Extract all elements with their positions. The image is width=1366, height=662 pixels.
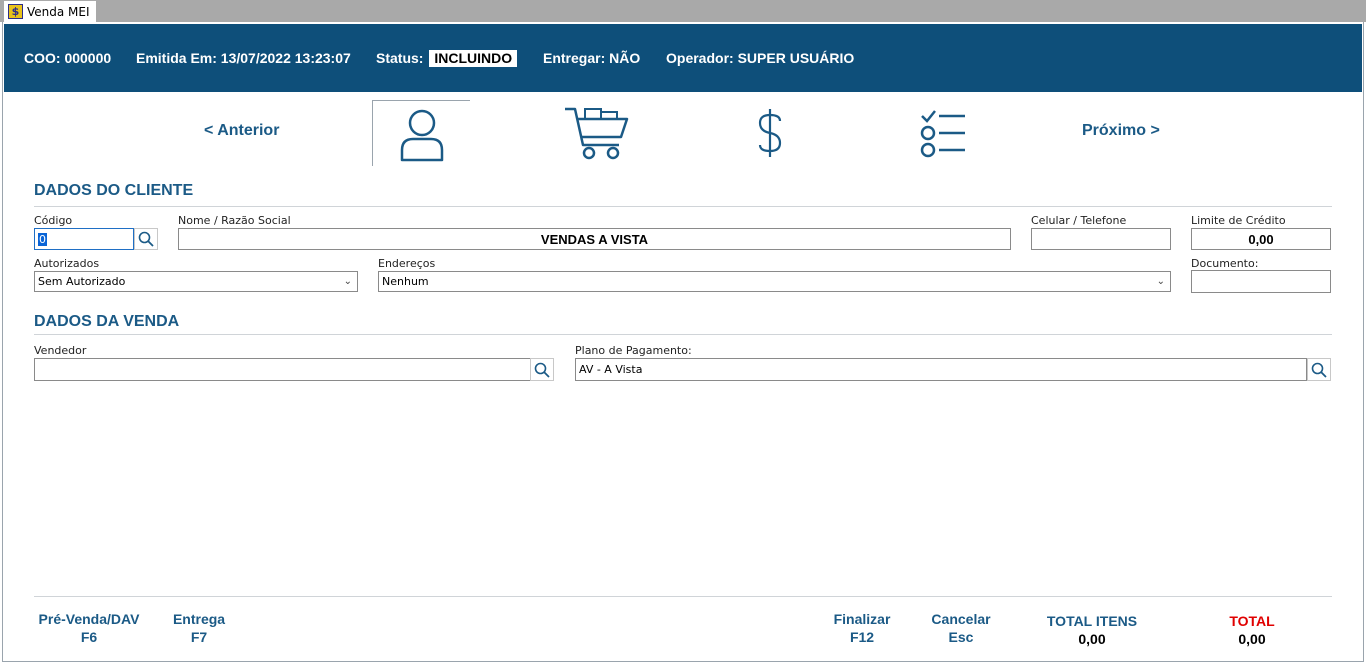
search-icon — [138, 231, 154, 247]
celular-field[interactable] — [1031, 228, 1171, 250]
coo-value: 000000 — [64, 50, 112, 66]
cancelar-label: Cancelar — [931, 611, 991, 627]
section-divider — [34, 206, 1332, 207]
entregar-value: NÃO — [609, 50, 641, 66]
window-frame — [2, 22, 1364, 662]
plano-field[interactable]: AV - A Vista — [575, 358, 1307, 381]
chevron-down-icon: ⌄ — [343, 276, 352, 287]
vendedor-field[interactable] — [34, 358, 531, 381]
step-pagamento[interactable] — [740, 100, 800, 166]
total-value: 0,00 — [1238, 631, 1266, 647]
total-itens: TOTAL ITENS 0,00 — [1036, 612, 1148, 648]
celular-label: Celular / Telefone — [1031, 214, 1127, 227]
codigo-search-button[interactable] — [134, 228, 158, 250]
total-itens-value: 0,00 — [1078, 631, 1106, 647]
enderecos-value: Nenhum — [382, 275, 429, 288]
next-button[interactable]: Próximo > — [1082, 122, 1160, 140]
prevenda-key: F6 — [80, 629, 98, 645]
total-label: TOTAL — [1229, 613, 1275, 629]
limite-label: Limite de Crédito — [1191, 214, 1286, 227]
total: TOTAL 0,00 — [1212, 612, 1292, 648]
entregar-info: Entregar: NÃO — [543, 50, 640, 66]
status-badge: INCLUINDO — [429, 50, 518, 67]
window-tab-title: Venda MEI — [27, 4, 90, 19]
documento-label: Documento: — [1191, 257, 1259, 270]
coo-info: COO: 000000 — [24, 50, 111, 66]
coo-label: COO: — [24, 50, 61, 66]
entregar-label: Entregar: — [543, 50, 606, 66]
shopping-cart-icon — [565, 107, 629, 160]
autorizados-value: Sem Autorizado — [38, 275, 126, 288]
prevenda-label: Pré-Venda/DAV — [38, 611, 140, 627]
section-title-cliente: DADOS DO CLIENTE — [34, 182, 194, 199]
finalizar-button[interactable]: Finalizar F12 — [828, 610, 896, 646]
emitida-info: Emitida Em: 13/07/2022 13:23:07 — [136, 50, 351, 66]
nome-field[interactable]: VENDAS A VISTA — [178, 228, 1011, 250]
total-itens-label: TOTAL ITENS — [1046, 613, 1138, 629]
search-icon — [1311, 362, 1327, 378]
finalizar-label: Finalizar — [833, 611, 891, 627]
enderecos-select[interactable]: Nenhum ⌄ — [378, 271, 1171, 292]
operador-label: Operador: — [666, 50, 734, 66]
window-tab[interactable]: $ Venda MEI — [4, 1, 96, 22]
vendedor-label: Vendedor — [34, 344, 87, 357]
section-title-venda: DADOS DA VENDA — [34, 313, 180, 330]
cancelar-key: Esc — [948, 629, 974, 645]
checklist-icon — [920, 110, 965, 158]
plano-search-button[interactable] — [1307, 358, 1331, 381]
codigo-input[interactable]: 0 — [34, 228, 134, 250]
entrega-key: F7 — [190, 629, 208, 645]
vendedor-search-button[interactable] — [530, 358, 554, 381]
search-icon — [534, 362, 550, 378]
section-divider — [34, 334, 1332, 335]
entrega-label: Entrega — [172, 611, 226, 627]
previous-button[interactable]: < Anterior — [204, 122, 279, 140]
step-produtos[interactable] — [558, 100, 634, 166]
entrega-button[interactable]: Entrega F7 — [168, 610, 230, 646]
step-resumo[interactable] — [912, 100, 976, 166]
codigo-value: 0 — [38, 232, 47, 246]
user-icon — [400, 109, 443, 161]
prevenda-button[interactable]: Pré-Venda/DAV F6 — [36, 610, 142, 646]
cancelar-button[interactable]: Cancelar Esc — [926, 610, 996, 646]
emitida-value: 13/07/2022 13:23:07 — [220, 50, 351, 66]
operador-info: Operador: SUPER USUÁRIO — [666, 50, 854, 66]
documento-field[interactable] — [1191, 270, 1331, 293]
limite-field[interactable]: 0,00 — [1191, 228, 1331, 250]
operador-value: SUPER USUÁRIO — [737, 50, 855, 66]
plano-label: Plano de Pagamento: — [575, 344, 692, 357]
window-tab-bar: $ Venda MEI — [0, 0, 1366, 22]
dollar-icon — [758, 109, 782, 157]
chevron-down-icon: ⌄ — [1156, 276, 1165, 287]
step-cliente[interactable] — [372, 100, 470, 166]
autorizados-select[interactable]: Sem Autorizado ⌄ — [34, 271, 358, 292]
app-icon: $ — [8, 4, 23, 19]
sale-header: COO: 000000 Emitida Em: 13/07/2022 13:23… — [4, 24, 1362, 92]
footer-divider — [34, 596, 1332, 597]
status-info: Status: INCLUINDO — [376, 50, 518, 67]
finalizar-key: F12 — [849, 629, 875, 645]
codigo-label: Código — [34, 214, 73, 227]
enderecos-label: Endereços — [378, 257, 436, 270]
status-label: Status: — [376, 50, 424, 66]
autorizados-label: Autorizados — [34, 257, 100, 270]
emitida-label: Emitida Em: — [136, 50, 217, 66]
nome-label: Nome / Razão Social — [178, 214, 291, 227]
